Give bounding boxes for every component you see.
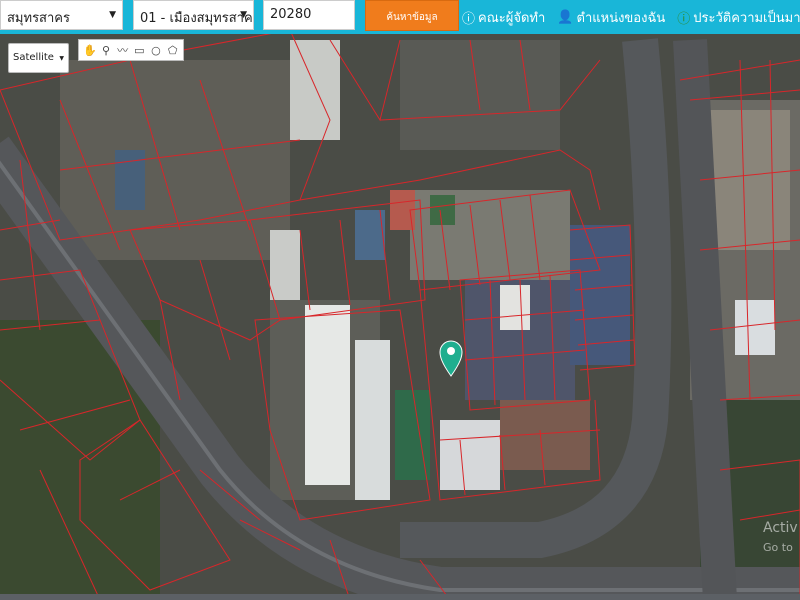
white-roof <box>270 230 300 300</box>
white-roof <box>440 420 500 490</box>
chevron-down-icon: ▼ <box>240 10 247 20</box>
polygon-tool-icon[interactable]: ⬠ <box>167 44 179 57</box>
white-roof <box>735 300 775 355</box>
white-roof <box>305 305 350 485</box>
district-value: 01 - เมืองสมุทรสาค <box>140 11 253 26</box>
white-roof <box>500 285 530 330</box>
building-block <box>710 110 790 250</box>
hand-tool-icon[interactable]: ✋ <box>83 44 97 57</box>
chevron-down-icon: ▼ <box>109 10 116 20</box>
zipcode-input[interactable]: 20280 <box>263 0 355 30</box>
zipcode-value: 20280 <box>270 7 312 22</box>
person-icon: 👤 <box>557 9 574 25</box>
drawing-toolbar: ✋ ⚲ 〰 ▭ ○ ⬠ <box>78 39 184 61</box>
marker-tool-icon[interactable]: ⚲ <box>100 44 112 57</box>
white-roof <box>355 340 390 500</box>
province-select[interactable]: สมุทรสาคร ▼ <box>0 0 123 30</box>
district-select[interactable]: 01 - เมืองสมุทรสาค ▼ <box>133 0 254 30</box>
building-block <box>400 40 560 150</box>
watermark-line1: Activ <box>763 520 798 536</box>
province-value: สมุทรสาคร <box>7 11 70 26</box>
top-toolbar: สมุทรสาคร ▼ 01 - เมืองสมุทรสาค ▼ 20280 ค… <box>0 0 800 34</box>
team-link-label: คณะผู้จัดทำ <box>478 10 546 26</box>
team-link[interactable]: ⓘ คณะผู้จัดทำ <box>462 7 545 28</box>
history-link[interactable]: ⓘ ประวัติความเป็นมา <box>677 7 800 28</box>
search-button[interactable]: ค้นหาข้อมูล <box>365 0 459 31</box>
polyline-tool-icon[interactable]: 〰 <box>117 42 129 58</box>
map-type-select[interactable]: Satellite ▼ <box>8 43 69 73</box>
chevron-down-icon: ▼ <box>59 55 64 62</box>
white-roof <box>290 40 340 140</box>
map-canvas[interactable] <box>0 0 800 600</box>
nav-links: ⓘ คณะผู้จัดทำ 👤 ตำแหน่งของฉัน ⓘ ประวัติค… <box>462 0 800 34</box>
watermark-line2: Go to <box>763 541 793 554</box>
activation-watermark: Activ Go to <box>763 518 798 558</box>
info-icon: ⓘ <box>462 11 476 27</box>
history-link-label: ประวัติความเป็นมา <box>693 10 800 26</box>
blue-roof <box>570 225 630 365</box>
green-roof <box>430 195 455 225</box>
blue-roof <box>115 150 145 210</box>
info-icon: ⓘ <box>677 11 691 27</box>
building-block <box>60 60 290 260</box>
satellite-map[interactable] <box>0 0 800 600</box>
map-type-value: Satellite <box>13 52 54 63</box>
circle-tool-icon[interactable]: ○ <box>150 44 162 57</box>
my-location-link[interactable]: 👤 ตำแหน่งของฉัน <box>557 7 665 28</box>
rectangle-tool-icon[interactable]: ▭ <box>133 44 145 57</box>
bottom-strip <box>0 594 800 600</box>
my-location-label: ตำแหน่งของฉัน <box>576 10 666 26</box>
